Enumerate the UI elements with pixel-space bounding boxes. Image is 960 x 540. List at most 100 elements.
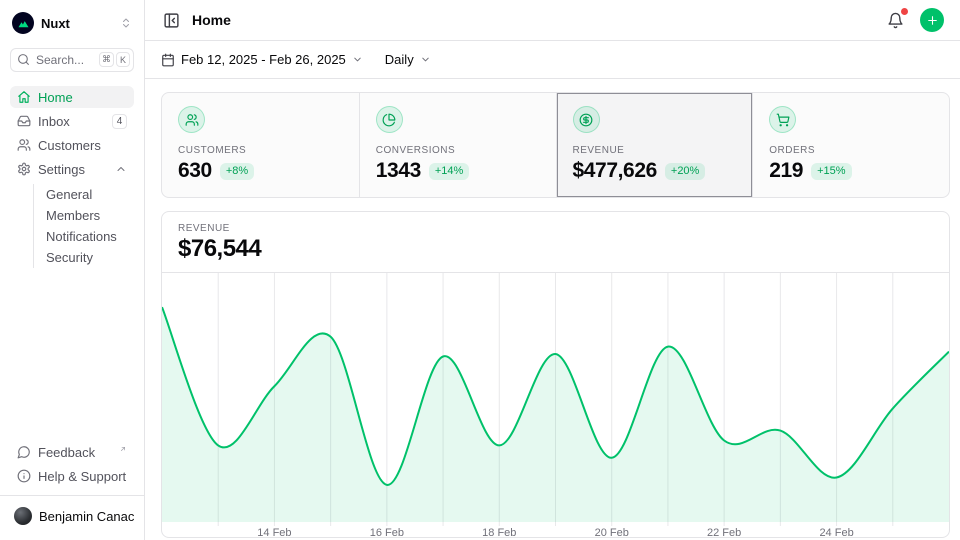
dashboard-content: CUSTOMERS 630 +8% CONVERSIONS 1343 +14% — [145, 79, 960, 540]
x-axis-tick-label: 24 Feb — [819, 527, 853, 538]
cmd-key: ⌘ — [99, 52, 114, 67]
stat-card-revenue[interactable]: REVENUE $477,626 +20% — [556, 93, 753, 197]
stat-value: $477,626 — [573, 159, 657, 183]
period-label: Daily — [385, 52, 414, 67]
k-key: K — [116, 52, 130, 67]
home-icon — [17, 90, 31, 104]
sidebar-footer-nav: Feedback Help & Support — [10, 441, 134, 487]
submenu-label: Members — [46, 208, 100, 223]
stat-delta-badge: +14% — [429, 163, 469, 180]
stat-value: 630 — [178, 159, 212, 183]
sidebar-item-help-support[interactable]: Help & Support — [10, 465, 134, 487]
chart-plot[interactable]: 14 Feb 16 Feb 18 Feb 20 Feb 22 Feb 24 Feb — [162, 273, 949, 537]
sidebar-item-label: Customers — [38, 138, 127, 153]
chart-title: REVENUE — [178, 223, 933, 234]
stat-delta-badge: +8% — [220, 163, 254, 180]
x-axis-tick-label: 14 Feb — [257, 527, 291, 538]
stat-delta-badge: +15% — [811, 163, 851, 180]
sidebar-item-notifications[interactable]: Notifications — [34, 226, 134, 247]
chart-x-axis-labels: 14 Feb 16 Feb 18 Feb 20 Feb 22 Feb 24 Feb — [162, 526, 949, 538]
chevron-up-icon — [115, 163, 127, 175]
sidebar-item-label: Feedback — [38, 445, 111, 460]
sidebar-item-label: Inbox — [38, 114, 105, 129]
inbox-count-badge: 4 — [112, 114, 127, 129]
chart-current-value: $76,544 — [178, 235, 933, 263]
filters-toolbar: Feb 12, 2025 - Feb 26, 2025 Daily — [145, 41, 960, 79]
avatar — [14, 507, 32, 525]
sidebar-item-customers[interactable]: Customers — [10, 134, 134, 156]
stat-icon-circle — [376, 106, 403, 133]
stat-icon-circle — [178, 106, 205, 133]
x-axis-tick-label: 22 Feb — [707, 527, 741, 538]
settings-submenu: General Members Notifications Security — [33, 184, 134, 268]
sidebar: Nuxt ⌘ K Home Inbox 4 Customers Settings — [0, 0, 145, 540]
users-icon — [17, 138, 31, 152]
submenu-label: Notifications — [46, 229, 117, 244]
sidebar-item-general[interactable]: General — [34, 184, 134, 205]
sidebar-item-security[interactable]: Security — [34, 247, 134, 268]
sidebar-item-inbox[interactable]: Inbox 4 — [10, 110, 134, 132]
user-name: Benjamin Canac — [39, 509, 134, 524]
stat-label: CUSTOMERS — [178, 145, 343, 156]
sidebar-item-settings[interactable]: Settings — [10, 158, 134, 180]
x-axis-tick-label: 20 Feb — [595, 527, 629, 538]
revenue-chart-card: REVENUE $76,544 14 Feb 16 Feb 18 Feb 20 Feb… — [161, 211, 950, 538]
users-icon — [185, 113, 199, 127]
notification-dot — [901, 8, 908, 15]
submenu-label: General — [46, 187, 92, 202]
plus-icon — [926, 14, 939, 27]
add-button[interactable] — [920, 8, 944, 32]
x-axis-tick-label: 18 Feb — [482, 527, 516, 538]
search-box: ⌘ K — [10, 48, 134, 72]
stat-icon-circle — [573, 106, 600, 133]
pie-chart-icon — [382, 113, 396, 127]
external-link-icon — [119, 445, 127, 453]
gear-icon — [17, 162, 31, 176]
submenu-label: Security — [46, 250, 93, 265]
period-select[interactable]: Daily — [385, 52, 431, 67]
sidebar-divider — [0, 495, 144, 496]
stat-card-orders[interactable]: ORDERS 219 +15% — [752, 93, 949, 197]
sidebar-nav: Home Inbox 4 Customers Settings General … — [10, 86, 134, 270]
search-shortcut: ⌘ K — [99, 52, 130, 67]
sidebar-item-members[interactable]: Members — [34, 205, 134, 226]
cart-icon — [776, 113, 790, 127]
x-axis-tick-label: 16 Feb — [370, 527, 404, 538]
sidebar-item-label: Settings — [38, 162, 108, 177]
notifications-button[interactable] — [885, 10, 906, 31]
nuxt-logo-icon — [12, 12, 34, 34]
circle-dollar-icon — [579, 113, 593, 127]
stat-label: ORDERS — [769, 145, 933, 156]
chevron-down-icon — [352, 54, 363, 65]
panel-left-close-icon — [163, 12, 180, 29]
sidebar-item-label: Home — [38, 90, 127, 105]
message-circle-icon — [17, 445, 31, 459]
sidebar-item-label: Help & Support — [38, 469, 126, 484]
collapse-sidebar-button[interactable] — [161, 10, 182, 31]
main-area: Home Feb 12, 2025 - Feb 26, 2025 Daily — [145, 0, 960, 540]
sidebar-item-feedback[interactable]: Feedback — [10, 441, 134, 463]
date-range-picker[interactable]: Feb 12, 2025 - Feb 26, 2025 — [161, 52, 363, 67]
stat-card-conversions[interactable]: CONVERSIONS 1343 +14% — [359, 93, 556, 197]
chart-header: REVENUE $76,544 — [162, 212, 949, 273]
sidebar-item-home[interactable]: Home — [10, 86, 134, 108]
workspace-switcher[interactable]: Nuxt — [10, 10, 134, 36]
workspace-name: Nuxt — [41, 16, 113, 31]
stat-label: REVENUE — [573, 145, 737, 156]
stat-value: 219 — [769, 159, 803, 183]
calendar-icon — [161, 53, 175, 67]
top-navbar: Home — [145, 0, 960, 41]
stat-delta-badge: +20% — [665, 163, 705, 180]
chevrons-up-down-icon — [120, 17, 132, 29]
stats-row: CUSTOMERS 630 +8% CONVERSIONS 1343 +14% — [161, 92, 950, 198]
inbox-icon — [17, 114, 31, 128]
stat-icon-circle — [769, 106, 796, 133]
chevron-down-icon — [420, 54, 431, 65]
info-icon — [17, 469, 31, 483]
search-icon — [17, 53, 30, 66]
stat-card-customers[interactable]: CUSTOMERS 630 +8% — [162, 93, 359, 197]
stat-value: 1343 — [376, 159, 421, 183]
stat-label: CONVERSIONS — [376, 145, 540, 156]
date-range-label: Feb 12, 2025 - Feb 26, 2025 — [181, 52, 346, 67]
user-menu[interactable]: Benjamin Canac — [10, 502, 134, 530]
